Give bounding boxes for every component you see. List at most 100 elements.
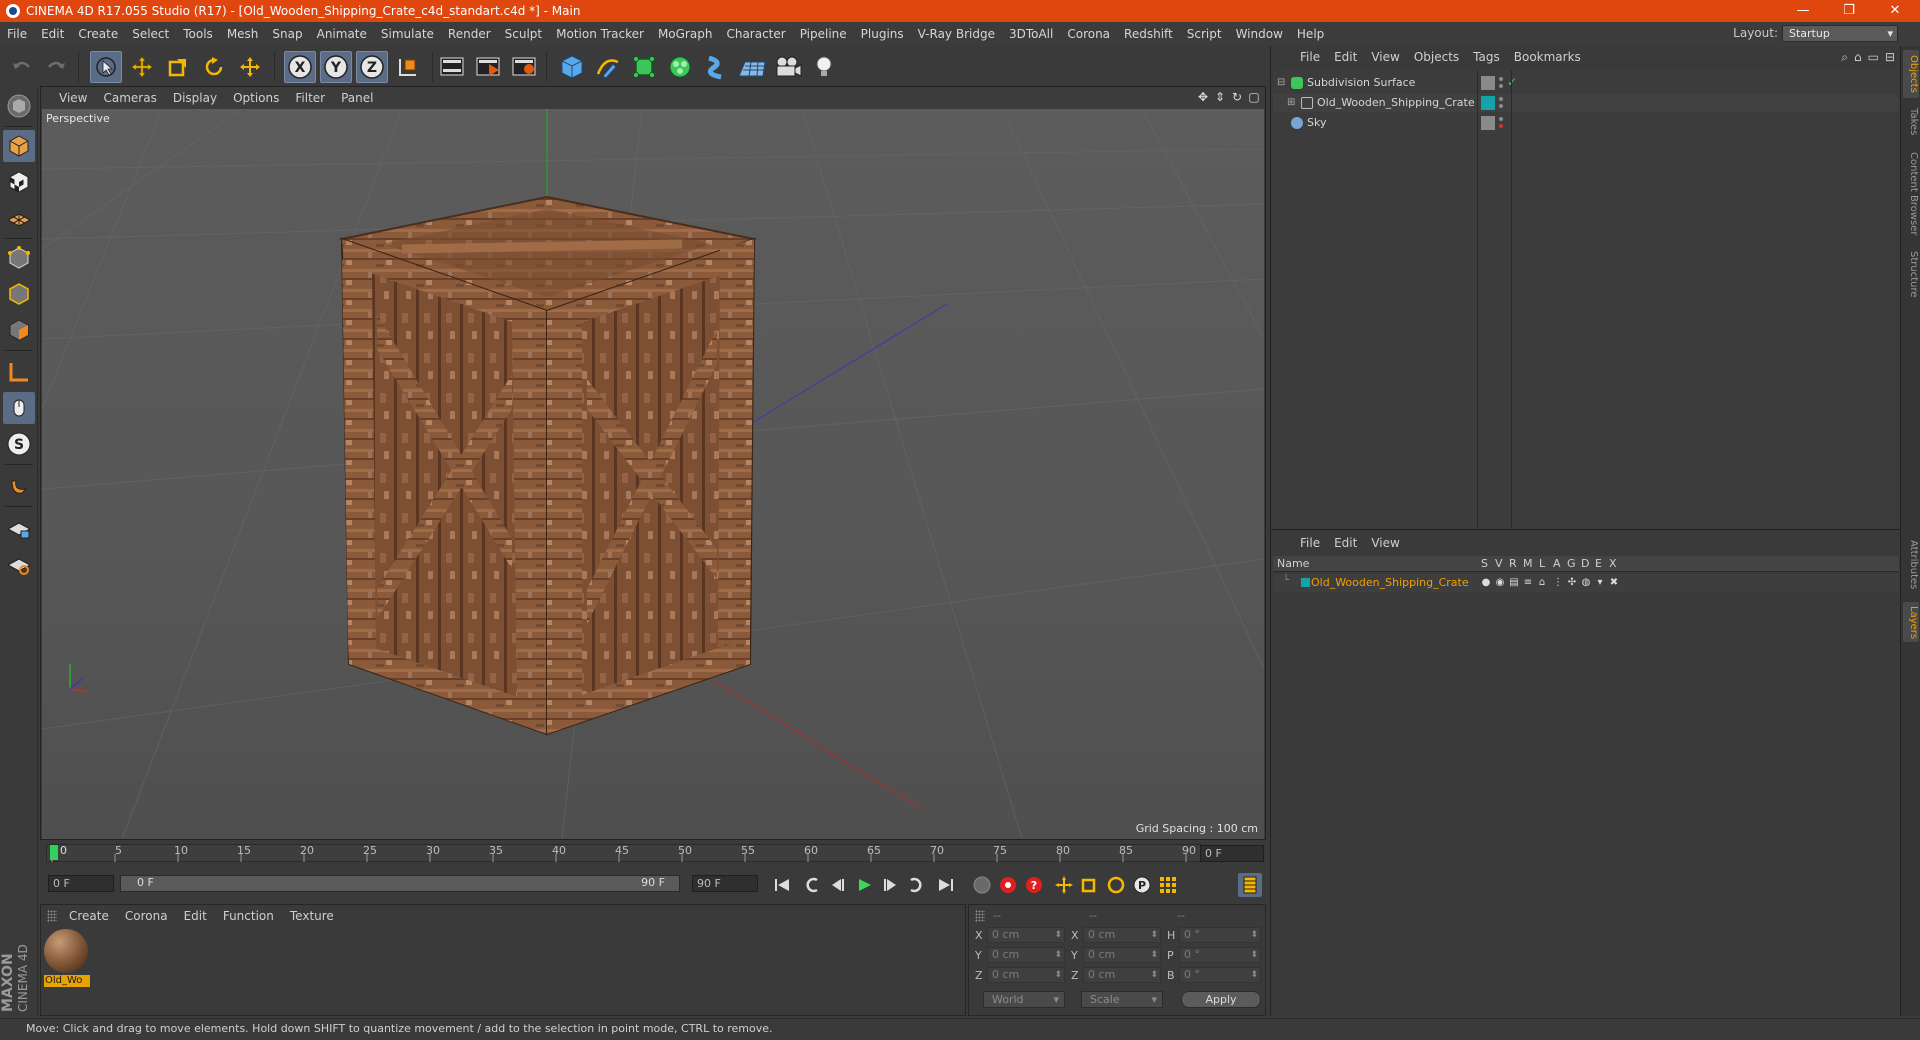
expressions-icon[interactable]: ▾ <box>1595 577 1605 588</box>
object-row-sky[interactable]: Sky <box>1273 114 1899 132</box>
subdivision-surface-icon[interactable] <box>628 51 660 83</box>
model-mode-icon[interactable] <box>3 130 35 162</box>
key-scale-icon[interactable] <box>1078 873 1102 897</box>
position-z-field[interactable]: 0 cm <box>987 967 1065 983</box>
render-view-icon[interactable] <box>436 51 468 83</box>
close-button[interactable]: ✕ <box>1872 0 1918 22</box>
floor-environment-icon[interactable] <box>736 51 768 83</box>
viewport-menu-panel[interactable]: Panel <box>333 91 381 105</box>
go-to-start-icon[interactable] <box>770 873 794 897</box>
polygons-mode-icon[interactable] <box>3 314 35 346</box>
timeline-ruler[interactable]: 0 5 10 15 20 25 30 35 40 45 50 55 60 65 … <box>40 842 1266 864</box>
manager-icon[interactable]: ≡ <box>1523 577 1533 588</box>
layer-name[interactable]: Old_Wooden_Shipping_Crate <box>1311 576 1469 589</box>
render-picture-viewer-icon[interactable] <box>472 51 504 83</box>
camera-icon[interactable] <box>772 51 804 83</box>
layers-menu-view[interactable]: View <box>1364 536 1406 550</box>
editor-render-toggle[interactable] <box>1481 116 1495 130</box>
search-icon[interactable]: ⌕ <box>1841 50 1848 65</box>
enabled-check-icon[interactable]: ✓ <box>1507 75 1517 89</box>
layer-row[interactable]: └ Old_Wooden_Shipping_Crate ● ◉ ▤ ≡ ⌂ ⋮ … <box>1273 574 1899 592</box>
menu-animate[interactable]: Animate <box>310 27 374 41</box>
size-y-field[interactable]: 0 cm <box>1083 947 1161 963</box>
record-active-objects-icon[interactable] <box>996 873 1020 897</box>
maximize-button[interactable]: ❐ <box>1826 0 1872 22</box>
move-tool-icon[interactable] <box>126 51 158 83</box>
objects-menu-file[interactable]: File <box>1293 50 1327 64</box>
material-menu-texture[interactable]: Texture <box>282 909 342 923</box>
viewport-menu-display[interactable]: Display <box>165 91 225 105</box>
menu-mesh[interactable]: Mesh <box>220 27 266 41</box>
menu-mograph[interactable]: MoGraph <box>651 27 720 41</box>
rotation-b-field[interactable]: 0 ° <box>1179 967 1261 983</box>
undo-icon[interactable] <box>6 51 38 83</box>
home-icon[interactable]: ⌂ <box>1854 50 1862 65</box>
menu-redshift[interactable]: Redshift <box>1117 27 1180 41</box>
new-window-icon[interactable]: ▭ <box>1868 50 1879 65</box>
next-keyframe-icon[interactable] <box>904 873 928 897</box>
menu-render[interactable]: Render <box>441 27 498 41</box>
panel-menu-icon[interactable]: ⊟ <box>1885 50 1895 65</box>
locked-icon[interactable]: ⌂ <box>1537 577 1547 588</box>
apply-button[interactable]: Apply <box>1181 991 1261 1008</box>
texture-mode-icon[interactable] <box>3 166 35 198</box>
play-icon[interactable] <box>852 873 876 897</box>
visible-editor-icon[interactable]: ◉ <box>1495 577 1505 588</box>
orbit-icon[interactable]: ↻ <box>1230 89 1244 105</box>
menu-simulate[interactable]: Simulate <box>374 27 441 41</box>
points-mode-icon[interactable] <box>3 242 35 274</box>
visibility-dots[interactable] <box>1499 115 1505 131</box>
menu-create[interactable]: Create <box>71 27 125 41</box>
cube-primitive-icon[interactable] <box>556 51 588 83</box>
timeline-window-icon[interactable] <box>1238 873 1262 897</box>
next-frame-icon[interactable] <box>878 873 902 897</box>
light-icon[interactable] <box>808 51 840 83</box>
edges-mode-icon[interactable] <box>3 278 35 310</box>
menu-plugins[interactable]: Plugins <box>854 27 911 41</box>
generators-icon[interactable]: ✣ <box>1567 577 1577 588</box>
key-position-icon[interactable] <box>1052 873 1076 897</box>
position-y-field[interactable]: 0 cm <box>987 947 1065 963</box>
deformer-icon[interactable] <box>700 51 732 83</box>
magnet-icon[interactable] <box>3 470 35 502</box>
coordinate-space-dropdown[interactable]: World <box>983 991 1065 1008</box>
grid-snap-icon[interactable] <box>3 548 35 580</box>
z-axis-lock-icon[interactable]: Z <box>356 51 388 83</box>
x-axis-lock-icon[interactable]: X <box>284 51 316 83</box>
viewport-menu-options[interactable]: Options <box>225 91 287 105</box>
zoom-icon[interactable]: ⇕ <box>1213 89 1227 105</box>
layer-color-tag[interactable] <box>1481 96 1495 110</box>
collapse-icon[interactable]: ⊟ <box>1277 77 1285 88</box>
menu-window[interactable]: Window <box>1229 27 1290 41</box>
expand-icon[interactable]: ⊞ <box>1287 97 1295 108</box>
scale-tool-icon[interactable] <box>162 51 194 83</box>
key-parameter-icon[interactable]: P <box>1130 873 1154 897</box>
menu-motion-tracker[interactable]: Motion Tracker <box>549 27 651 41</box>
objects-menu-tags[interactable]: Tags <box>1466 50 1507 64</box>
menu-corona[interactable]: Corona <box>1060 27 1117 41</box>
menu-3dtoall[interactable]: 3DToAll <box>1002 27 1060 41</box>
tags-column-divider[interactable] <box>1511 70 1512 528</box>
make-editable-icon[interactable] <box>3 90 35 122</box>
coordinate-system-icon[interactable] <box>392 51 424 83</box>
layer-col-l[interactable]: L <box>1539 557 1545 570</box>
key-point-level-icon[interactable] <box>1156 873 1180 897</box>
object-row-crate[interactable]: ⊞ Old_Wooden_Shipping_Crate <box>1273 94 1899 112</box>
size-x-field[interactable]: 0 cm <box>1083 927 1161 943</box>
menu-pipeline[interactable]: Pipeline <box>793 27 854 41</box>
menu-snap[interactable]: Snap <box>265 27 309 41</box>
pen-spline-icon[interactable] <box>592 51 624 83</box>
menu-edit[interactable]: Edit <box>34 27 71 41</box>
viewport-menu-filter[interactable]: Filter <box>287 91 333 105</box>
layout-dropdown[interactable]: Startup <box>1782 25 1898 42</box>
viewport-menu-view[interactable]: View <box>51 91 95 105</box>
material-menu-edit[interactable]: Edit <box>176 909 215 923</box>
rotation-h-field[interactable]: 0 ° <box>1179 927 1261 943</box>
cloner-icon[interactable] <box>664 51 696 83</box>
redo-icon[interactable] <box>40 51 72 83</box>
menu-select[interactable]: Select <box>125 27 176 41</box>
layer-col-e[interactable]: E <box>1595 557 1602 570</box>
workplane-mode-icon[interactable] <box>3 202 35 234</box>
layers-menu-file[interactable]: File <box>1293 536 1327 550</box>
tweak-mode-icon[interactable] <box>3 392 35 424</box>
